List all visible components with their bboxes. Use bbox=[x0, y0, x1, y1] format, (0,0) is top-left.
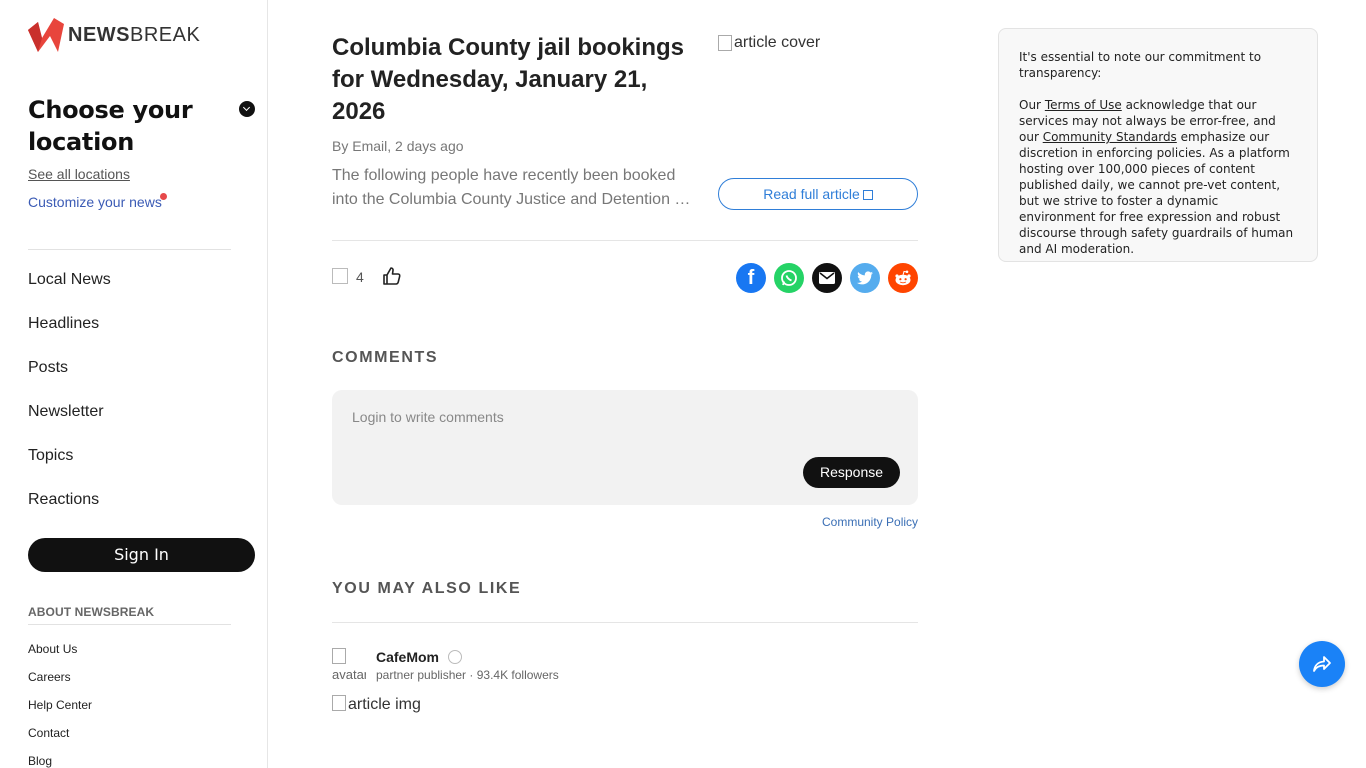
article-excerpt: The following people have recently been … bbox=[332, 164, 692, 212]
sidebar-item-newsletter[interactable]: Newsletter bbox=[28, 398, 111, 442]
external-link-icon bbox=[862, 190, 873, 200]
article-byline: By Email, 2 days ago bbox=[332, 138, 464, 154]
help-center-link[interactable]: Help Center bbox=[28, 697, 92, 725]
verified-badge-icon bbox=[448, 650, 462, 664]
avatar[interactable]: avatar bbox=[332, 648, 366, 682]
choose-location-heading: Choose your location bbox=[28, 96, 193, 156]
notice-text: emphasize our discretion in enforcing po… bbox=[1019, 130, 1294, 256]
community-standards-link[interactable]: Community Standards bbox=[1043, 130, 1177, 144]
article-cover-image: article cover bbox=[718, 34, 918, 164]
article-cover-alt: article cover bbox=[734, 34, 821, 51]
divider bbox=[28, 249, 231, 250]
contact-link[interactable]: Contact bbox=[28, 725, 92, 753]
about-us-link[interactable]: About Us bbox=[28, 641, 92, 669]
newsbreak-logo[interactable]: NEWSBREAK bbox=[28, 18, 200, 52]
thumbs-up-icon[interactable] bbox=[382, 266, 402, 286]
reaction-count: 4 bbox=[356, 269, 364, 285]
response-button[interactable]: Response bbox=[803, 457, 900, 488]
reaction-emoji-image bbox=[332, 268, 348, 284]
chevron-down-icon[interactable] bbox=[239, 101, 255, 117]
notice-text: Our bbox=[1019, 98, 1045, 112]
sidebar-item-local-news[interactable]: Local News bbox=[28, 266, 111, 310]
publisher-name[interactable]: CafeMom bbox=[376, 649, 439, 665]
twitter-icon bbox=[857, 271, 873, 285]
email-icon bbox=[819, 272, 835, 284]
broken-image-icon bbox=[718, 35, 732, 51]
divider bbox=[28, 624, 231, 625]
read-full-article-label: Read full article bbox=[763, 186, 860, 202]
comment-input[interactable]: Login to write comments bbox=[352, 409, 504, 425]
excerpt-line: The following people have recently been … bbox=[332, 167, 676, 184]
facebook-icon: f bbox=[747, 266, 755, 289]
reddit-icon bbox=[895, 270, 911, 286]
share-arrow-icon bbox=[1313, 656, 1331, 672]
about-links: About Us Careers Help Center Contact Blo… bbox=[28, 641, 92, 768]
about-heading: ABOUT NEWSBREAK bbox=[28, 605, 155, 619]
sidebar-nav: Local News Headlines Posts Newsletter To… bbox=[28, 266, 111, 530]
article-img-alt: article img bbox=[348, 696, 421, 713]
see-all-locations-link[interactable]: See all locations bbox=[28, 166, 130, 182]
share-whatsapp-button[interactable] bbox=[774, 263, 804, 293]
notice-intro: It's essential to note our commitment to… bbox=[1019, 50, 1262, 80]
terms-of-use-link[interactable]: Terms of Use bbox=[1045, 98, 1122, 112]
blog-link[interactable]: Blog bbox=[28, 753, 92, 768]
share-email-button[interactable] bbox=[812, 263, 842, 293]
transparency-notice: It's essential to note our commitment to… bbox=[998, 28, 1318, 262]
sidebar-item-reactions[interactable]: Reactions bbox=[28, 486, 111, 530]
publisher-meta: partner publisher · 93.4K followers bbox=[376, 668, 559, 682]
whatsapp-icon bbox=[781, 270, 797, 286]
customize-news-link[interactable]: Customize your news bbox=[28, 194, 162, 210]
sign-in-button[interactable]: Sign In bbox=[28, 538, 255, 572]
community-policy-link[interactable]: Community Policy bbox=[822, 515, 918, 529]
sidebar-item-posts[interactable]: Posts bbox=[28, 354, 111, 398]
newsbreak-wordmark: NEWSBREAK bbox=[68, 23, 201, 46]
divider bbox=[332, 240, 918, 241]
excerpt-line: into the Columbia County Justice and Det… bbox=[332, 191, 692, 208]
avatar-alt: avatar bbox=[332, 667, 366, 682]
divider bbox=[332, 622, 918, 623]
broken-image-icon bbox=[332, 648, 346, 664]
sidebar-item-headlines[interactable]: Headlines bbox=[28, 310, 111, 354]
share-fab-button[interactable] bbox=[1299, 641, 1345, 687]
notice-body: Our Terms of Use acknowledge that our se… bbox=[1019, 97, 1297, 257]
read-full-article-button[interactable]: Read full article bbox=[718, 178, 918, 210]
notification-dot bbox=[160, 193, 167, 200]
recommended-article-image[interactable]: article img bbox=[332, 693, 421, 714]
sidebar: NEWSBREAK Choose your location See all l… bbox=[0, 0, 268, 768]
share-facebook-button[interactable]: f bbox=[736, 263, 766, 293]
comment-box[interactable]: Login to write comments Response bbox=[332, 390, 918, 505]
share-reddit-button[interactable] bbox=[888, 263, 918, 293]
sidebar-item-topics[interactable]: Topics bbox=[28, 442, 111, 486]
comments-heading: COMMENTS bbox=[332, 349, 439, 366]
careers-link[interactable]: Careers bbox=[28, 669, 92, 697]
broken-image-icon bbox=[332, 695, 346, 711]
newsbreak-logo-icon bbox=[28, 18, 64, 52]
share-twitter-button[interactable] bbox=[850, 263, 880, 293]
you-may-also-like-heading: YOU MAY ALSO LIKE bbox=[332, 580, 522, 597]
article-title: Columbia County jail bookings for Wednes… bbox=[332, 34, 685, 125]
